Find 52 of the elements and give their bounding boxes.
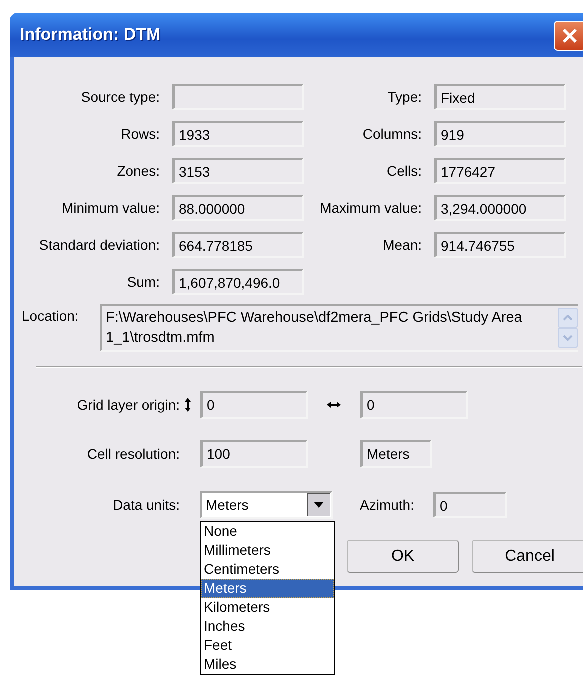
text-field[interactable]: 3,294.000000 [434, 195, 566, 221]
dropdown-option[interactable]: Feet [201, 636, 334, 655]
units-field[interactable]: Meters [360, 440, 432, 468]
text-field[interactable]: 664.778185 [172, 232, 304, 258]
text-field[interactable]: 1776427 [434, 158, 566, 184]
field-label: Location: [22, 307, 80, 326]
field-label: Maximum value: [319, 200, 423, 216]
dropdown-button[interactable] [307, 493, 331, 517]
window-title: Information: DTM [20, 25, 161, 45]
text-field[interactable]: 0 [200, 391, 308, 419]
field-label: Data units: [112, 497, 180, 513]
text-field[interactable]: 0 [433, 492, 507, 518]
dropdown-option[interactable]: None [201, 522, 334, 541]
text-field[interactable]: 1933 [172, 121, 304, 147]
text-field[interactable]: 914.746755 [434, 232, 566, 258]
caret-icon [314, 502, 324, 508]
text-field[interactable]: 0 [360, 391, 468, 419]
vertical-arrow-icon [184, 397, 192, 413]
dialog-button[interactable]: Cancel [472, 540, 583, 573]
field-label: Zones: [116, 163, 161, 179]
location-field[interactable]: F:\Warehouses\PFC Warehouse\df2mera_PFC Grids\Study Area 1_1\trosdtm.mfm [100, 304, 578, 352]
field-label: Source type: [80, 89, 161, 105]
dropdown-option[interactable]: Inches [201, 617, 334, 636]
scroll-up-icon[interactable] [558, 308, 578, 328]
text-field[interactable]: 88.000000 [172, 195, 304, 221]
field-label: Standard deviation: [38, 237, 161, 253]
dialog-button[interactable]: OK [347, 540, 459, 573]
text-field[interactable]: 919 [434, 121, 566, 147]
field-label: Grid layer origin: [76, 397, 180, 413]
dropdown-option[interactable]: Centimeters [201, 560, 334, 579]
text-field[interactable]: 1,607,870,496.0 [172, 269, 304, 295]
text-field[interactable]: 3153 [172, 158, 304, 184]
close-icon [562, 28, 578, 44]
field-label: Cell resolution: [86, 446, 180, 462]
horizontal-arrow-icon [326, 401, 342, 409]
field-label: Azimuth: [360, 497, 416, 513]
dropdown-option[interactable]: Miles [201, 655, 334, 674]
field-label: Mean: [382, 237, 423, 253]
dropdown-option[interactable]: Millimeters [201, 541, 334, 560]
field-label: Cells: [386, 163, 423, 179]
field-label: Columns: [362, 126, 423, 142]
dropdown-option[interactable]: Kilometers [201, 598, 334, 617]
close-button[interactable] [554, 21, 583, 51]
text-field[interactable]: 100 [200, 440, 308, 468]
field-label: Type: [386, 89, 423, 105]
field-label: Minimum value: [60, 200, 161, 216]
text-field[interactable] [172, 84, 304, 110]
dropdown-option[interactable]: Meters [201, 579, 334, 598]
field-label: Sum: [126, 274, 161, 290]
field-label: Rows: [120, 126, 161, 142]
scroll-down-icon[interactable] [558, 328, 578, 348]
text-field[interactable]: Fixed [434, 84, 566, 110]
